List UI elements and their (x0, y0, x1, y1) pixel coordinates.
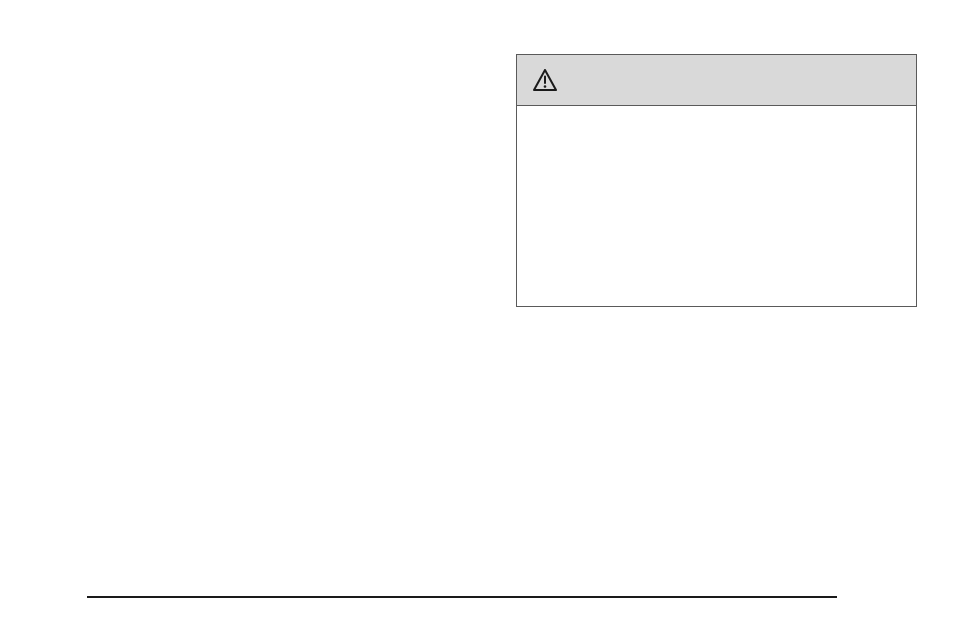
warning-box (516, 54, 917, 307)
warning-body-text (517, 106, 916, 306)
footer-rule (87, 596, 837, 598)
warning-triangle-icon (533, 69, 557, 91)
warning-header (517, 55, 916, 106)
